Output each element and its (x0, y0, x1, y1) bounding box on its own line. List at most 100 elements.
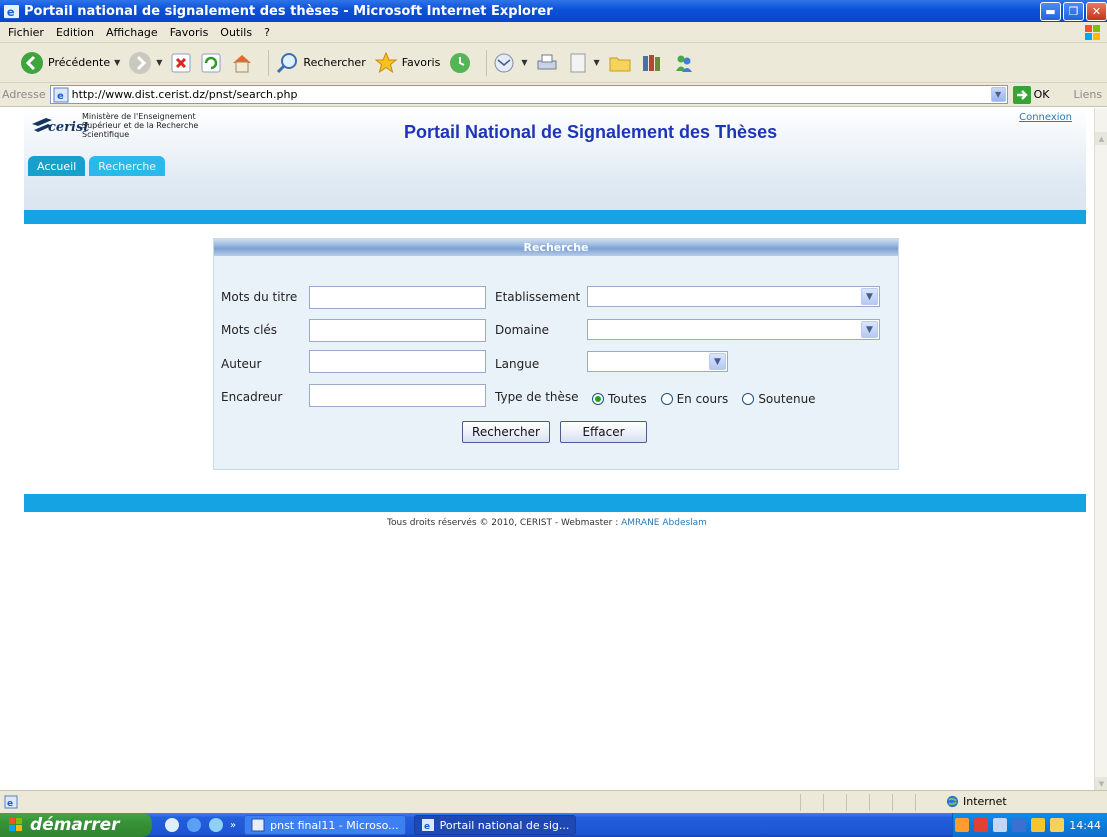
research-button[interactable] (640, 52, 664, 74)
chevron-down-icon[interactable]: ▼ (709, 353, 726, 370)
establishment-select[interactable]: ▼ (587, 286, 880, 307)
url-input[interactable]: e http://www.dist.cerist.dz/pnst/search.… (49, 85, 1008, 104)
language-select[interactable]: ▼ (587, 351, 728, 372)
folder-button[interactable] (608, 52, 632, 74)
history-button[interactable] (448, 51, 472, 75)
menu-fichier[interactable]: Fichier (2, 26, 50, 39)
tab-accueil[interactable]: Accueil (28, 156, 86, 176)
tab-recherche[interactable]: Recherche (89, 156, 166, 176)
back-button[interactable]: Précédente ▼ (20, 51, 120, 75)
radio-circle[interactable] (592, 393, 604, 405)
refresh-button[interactable] (200, 52, 222, 74)
label-motscles: Mots clés (221, 323, 278, 337)
url-text: http://www.dist.cerist.dz/pnst/search.ph… (71, 88, 298, 101)
chevron-down-icon[interactable]: ▼ (521, 58, 527, 67)
menu-affichage[interactable]: Affichage (100, 26, 164, 39)
tray-app-icon[interactable] (955, 818, 970, 832)
scroll-up-icon[interactable]: ▲ (1095, 132, 1107, 145)
ie-quicklaunch-icon[interactable] (186, 817, 202, 833)
task-ie[interactable]: e Portail national de sig... (413, 815, 577, 835)
radio-soutenue[interactable]: Soutenue (742, 392, 816, 406)
address-label: Adresse (2, 88, 46, 101)
reset-button[interactable]: Effacer (560, 421, 647, 443)
ministry-line: Supérieur et de la Recherche (82, 121, 199, 130)
quicklaunch-overflow-icon[interactable]: » (230, 820, 236, 831)
close-icon[interactable]: ✕ (1086, 2, 1107, 21)
maximize-icon[interactable]: ❐ (1063, 2, 1084, 21)
toolbar-divider (268, 49, 270, 76)
search-button[interactable]: Rechercher (275, 51, 366, 75)
messenger-button[interactable] (672, 52, 696, 74)
radio-label: Soutenue (758, 392, 816, 406)
books-icon (642, 54, 660, 71)
security-zone: Internet (946, 795, 1007, 808)
tray-antivirus-icon[interactable] (974, 818, 989, 832)
chevron-down-icon[interactable]: ▼ (861, 321, 878, 338)
tray-network-icon[interactable] (993, 818, 1008, 832)
go-button[interactable]: OK (1012, 85, 1049, 104)
keywords-input[interactable] (309, 319, 486, 342)
tray-shield-icon[interactable] (1031, 818, 1046, 832)
browser-quicklaunch-icon[interactable] (164, 817, 180, 833)
windows-logo-icon (1085, 25, 1100, 40)
messenger-icon (675, 55, 692, 72)
author-input[interactable] (309, 350, 486, 373)
tray-security-icon[interactable] (1012, 818, 1027, 832)
task-word[interactable]: pnst final11 - Microso... (244, 815, 406, 835)
supervisor-input[interactable] (309, 384, 486, 407)
refresh-icon (201, 53, 221, 72)
chevron-down-icon[interactable]: ▼ (114, 58, 120, 67)
start-button[interactable]: démarrer (0, 813, 152, 837)
vertical-scrollbar[interactable]: ▲ ▼ (1094, 108, 1107, 790)
task-label: pnst final11 - Microso... (270, 818, 399, 832)
domain-select[interactable]: ▼ (587, 319, 880, 340)
chevron-down-icon[interactable]: ▼ (593, 58, 599, 67)
back-label: Précédente (48, 56, 111, 69)
system-tray: 14:44 (952, 813, 1107, 837)
copyright-text: Tous droits réservés © 2010, CERIST - We… (387, 518, 622, 528)
search-submit-button[interactable]: Rechercher (462, 421, 550, 443)
thesis-type-radios: Toutes En cours Soutenue (592, 392, 830, 406)
radio-circle[interactable] (660, 393, 673, 405)
chevron-down-icon[interactable]: ▼ (990, 87, 1006, 102)
address-bar: Adresse e http://www.dist.cerist.dz/pnst… (0, 83, 1107, 107)
title-words-input[interactable] (309, 286, 486, 309)
word-icon (251, 818, 265, 832)
radio-toutes[interactable]: Toutes (592, 392, 647, 406)
page-viewport: cerist Ministère de l'Enseignement Supér… (0, 108, 1094, 790)
chevron-down-icon[interactable]: ▼ (156, 58, 162, 67)
stop-button[interactable] (170, 52, 192, 74)
forward-button[interactable]: ▼ (128, 51, 162, 75)
back-arrow-icon (21, 51, 43, 74)
menu-edition[interactable]: Edition (50, 26, 100, 39)
svg-text:e: e (57, 91, 64, 102)
edit-button[interactable]: ▼ (567, 52, 600, 74)
home-icon (233, 54, 252, 72)
ministry-line: Scientifique (82, 130, 130, 139)
search-icon (277, 52, 298, 73)
radio-selected-dot (595, 396, 601, 402)
menu-favoris[interactable]: Favoris (164, 26, 215, 39)
windows-flag-icon (9, 818, 22, 831)
minimize-icon[interactable]: ▬ (1040, 2, 1061, 21)
svg-text:e: e (7, 799, 13, 809)
favorites-button[interactable]: Favoris (374, 51, 440, 75)
webmaster-link[interactable]: AMRANE Abdeslam (621, 518, 707, 528)
taskbar: démarrer » pnst final11 - Microso... e P… (0, 813, 1107, 837)
menu-help[interactable]: ? (258, 26, 276, 39)
radio-en-cours[interactable]: En cours (660, 392, 728, 406)
ministry-line: Ministère de l'Enseignement (82, 112, 196, 121)
zone-label: Internet (963, 795, 1007, 808)
connexion-link[interactable]: Connexion (1019, 112, 1072, 123)
radio-circle[interactable] (742, 393, 755, 405)
print-button[interactable] (535, 52, 559, 74)
scroll-down-icon[interactable]: ▼ (1095, 777, 1107, 790)
chevron-down-icon[interactable]: ▼ (861, 288, 878, 305)
star-icon (374, 51, 398, 73)
links-label[interactable]: Liens (1073, 88, 1102, 101)
tray-star-icon[interactable] (1050, 818, 1065, 832)
mail-button[interactable]: ▼ (493, 52, 527, 74)
media-quicklaunch-icon[interactable] (208, 817, 224, 833)
home-button[interactable] (230, 52, 254, 74)
menu-outils[interactable]: Outils (214, 26, 258, 39)
